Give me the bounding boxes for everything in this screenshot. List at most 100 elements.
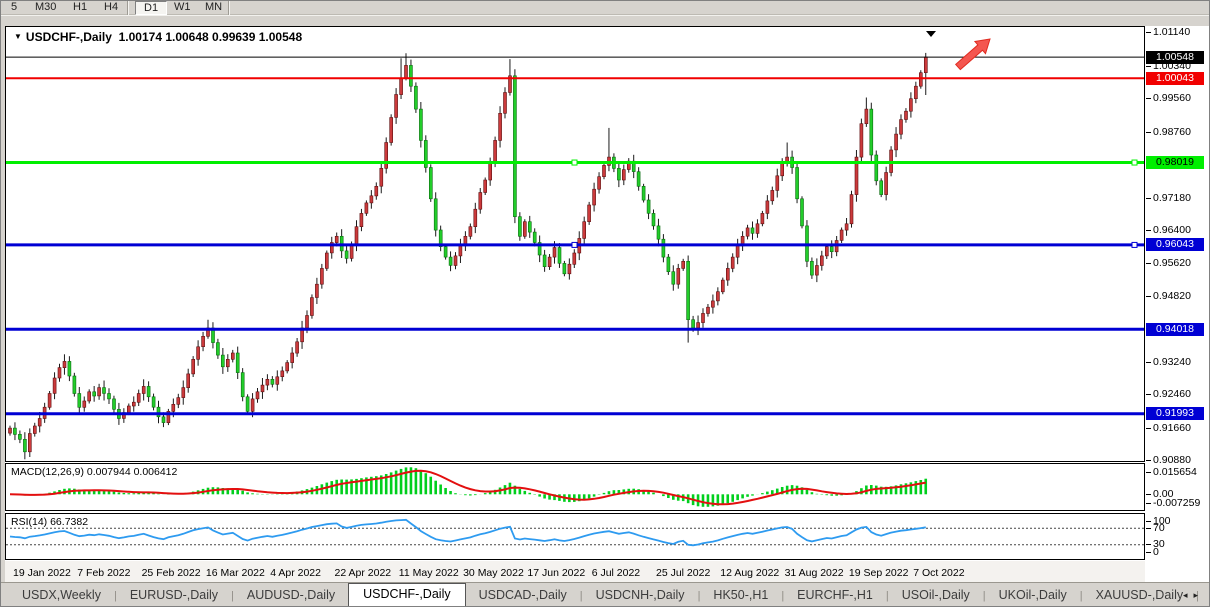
candle-up xyxy=(469,227,472,237)
candle-down xyxy=(875,155,878,181)
candle-up xyxy=(231,353,234,359)
tab-ukoil-daily[interactable]: UKOil-,Daily xyxy=(986,585,1080,606)
chevron-down-icon: ▼ xyxy=(14,32,22,41)
tab-usoil-daily[interactable]: USOil-,Daily xyxy=(889,585,983,606)
line-handle[interactable] xyxy=(572,242,577,247)
candle-down xyxy=(880,181,883,195)
tab-audusd-daily[interactable]: AUDUSD-,Daily xyxy=(234,585,348,606)
trend-arrow[interactable] xyxy=(956,39,990,70)
price-tick: 0.95620 xyxy=(1153,258,1191,269)
candle-up xyxy=(697,323,700,328)
candle-up xyxy=(736,246,739,257)
candle-up xyxy=(919,73,922,87)
scroll-left-icon[interactable]: ◂ xyxy=(1183,590,1194,600)
period-button-w1[interactable]: W1 xyxy=(166,1,199,14)
candle-up xyxy=(716,292,719,301)
price-pane[interactable]: ▼USDCHF-,Daily 1.00174 1.00648 0.99639 1… xyxy=(5,26,1145,462)
candle-down xyxy=(796,168,799,199)
candle-up xyxy=(746,228,749,236)
tab-scroll-arrows[interactable]: ◂▸ xyxy=(1183,590,1204,601)
candle-up xyxy=(286,363,289,371)
candle-up xyxy=(924,57,927,73)
candle-down xyxy=(617,168,620,180)
candle-up xyxy=(48,394,51,408)
candle-up xyxy=(38,419,41,427)
price-tick: 0.96400 xyxy=(1153,225,1191,236)
tab-usdx-weekly[interactable]: USDX,Weekly xyxy=(9,585,114,606)
candle-down xyxy=(162,417,165,423)
candle-down xyxy=(563,263,566,273)
toolbar-groove xyxy=(1,14,1209,16)
candle-down xyxy=(533,232,536,242)
period-button-d1[interactable]: D1 xyxy=(135,1,167,15)
rsi-label: RSI(14) 66.7382 xyxy=(11,516,88,528)
rsi-indicator[interactable] xyxy=(6,514,1144,559)
date-label: 12 Aug 2022 xyxy=(720,567,779,579)
candle-up xyxy=(702,313,705,322)
candle-up xyxy=(840,230,843,240)
candle-up xyxy=(825,247,828,256)
candle-down xyxy=(113,399,116,409)
candle-up xyxy=(405,65,408,78)
candle-up xyxy=(9,428,12,433)
candle-up xyxy=(335,236,338,242)
candle-up xyxy=(523,222,526,237)
candle-up xyxy=(583,222,586,239)
period-button-h1[interactable]: H1 xyxy=(65,1,95,14)
rsi-pane[interactable]: RSI(14) 66.7382 xyxy=(5,513,1145,560)
time-axis[interactable]: 19 Jan 20227 Feb 202225 Feb 202216 Mar 2… xyxy=(5,561,1145,584)
line-handle[interactable] xyxy=(1132,160,1137,165)
period-button-h4[interactable]: H4 xyxy=(96,1,126,14)
tab-xauusd-daily[interactable]: XAUUSD-,Daily xyxy=(1083,585,1197,606)
candlestick-chart[interactable] xyxy=(6,27,1144,461)
price-tick: 0.92460 xyxy=(1153,389,1191,400)
date-label: 19 Sep 2022 xyxy=(849,567,909,579)
tab-hk50-h1[interactable]: HK50-,H1 xyxy=(700,585,781,606)
candle-down xyxy=(652,213,655,226)
date-label: 16 Mar 2022 xyxy=(206,567,265,579)
tab-eurchf-h1[interactable]: EURCHF-,H1 xyxy=(784,585,886,606)
candle-down xyxy=(419,109,422,140)
date-label: 7 Oct 2022 xyxy=(913,567,964,579)
period-button-5[interactable]: 5 xyxy=(3,1,25,14)
candle-up xyxy=(296,342,299,353)
macd-pane[interactable]: MACD(12,26,9) 0.007944 0.006412 xyxy=(5,463,1145,511)
candle-up xyxy=(182,388,185,398)
candle-up xyxy=(137,394,140,403)
price-badge-0.98019: 0.98019 xyxy=(1146,156,1204,169)
line-handle[interactable] xyxy=(572,160,577,165)
candle-up xyxy=(350,245,353,259)
candle-up xyxy=(622,170,625,180)
candle-down xyxy=(409,65,412,86)
candle-up xyxy=(484,180,487,193)
candle-up xyxy=(845,224,848,230)
tab-usdcad-daily[interactable]: USDCAD-,Daily xyxy=(466,585,580,606)
candle-up xyxy=(860,124,863,157)
period-button-mn[interactable]: MN xyxy=(197,1,230,14)
period-button-m30[interactable]: M30 xyxy=(27,1,64,14)
tab-eurusd-daily[interactable]: EURUSD-,Daily xyxy=(117,585,231,606)
candle-up xyxy=(909,99,912,112)
tab-usdchf-daily[interactable]: USDCHF-,Daily xyxy=(348,583,466,606)
candle-up xyxy=(865,109,868,124)
candle-down xyxy=(152,397,155,407)
price-badge-0.91993: 0.91993 xyxy=(1146,407,1204,420)
scroll-right-icon[interactable]: ▸ xyxy=(1193,590,1204,600)
candle-down xyxy=(687,261,690,319)
candle-up xyxy=(568,264,571,274)
candle-down xyxy=(414,86,417,109)
candle-up xyxy=(187,374,190,388)
candle-up xyxy=(33,426,36,434)
candle-up xyxy=(771,190,774,200)
candle-down xyxy=(147,386,150,396)
candle-up xyxy=(726,268,729,280)
chart-shift-marker-icon[interactable] xyxy=(926,31,936,37)
mt4-window: 5M30H1H4 D1W1MN ▼USDCHF-,Daily 1.00174 1.… xyxy=(0,0,1210,607)
line-handle[interactable] xyxy=(1132,242,1137,247)
tab-usdcnh-daily[interactable]: USDCNH-,Daily xyxy=(583,585,698,606)
price-axis[interactable]: 1.011401.003400.995600.987600.971800.964… xyxy=(1145,26,1210,584)
candle-down xyxy=(108,394,111,399)
candle-up xyxy=(781,163,784,176)
candle-up xyxy=(251,399,254,412)
candle-up xyxy=(256,392,259,399)
